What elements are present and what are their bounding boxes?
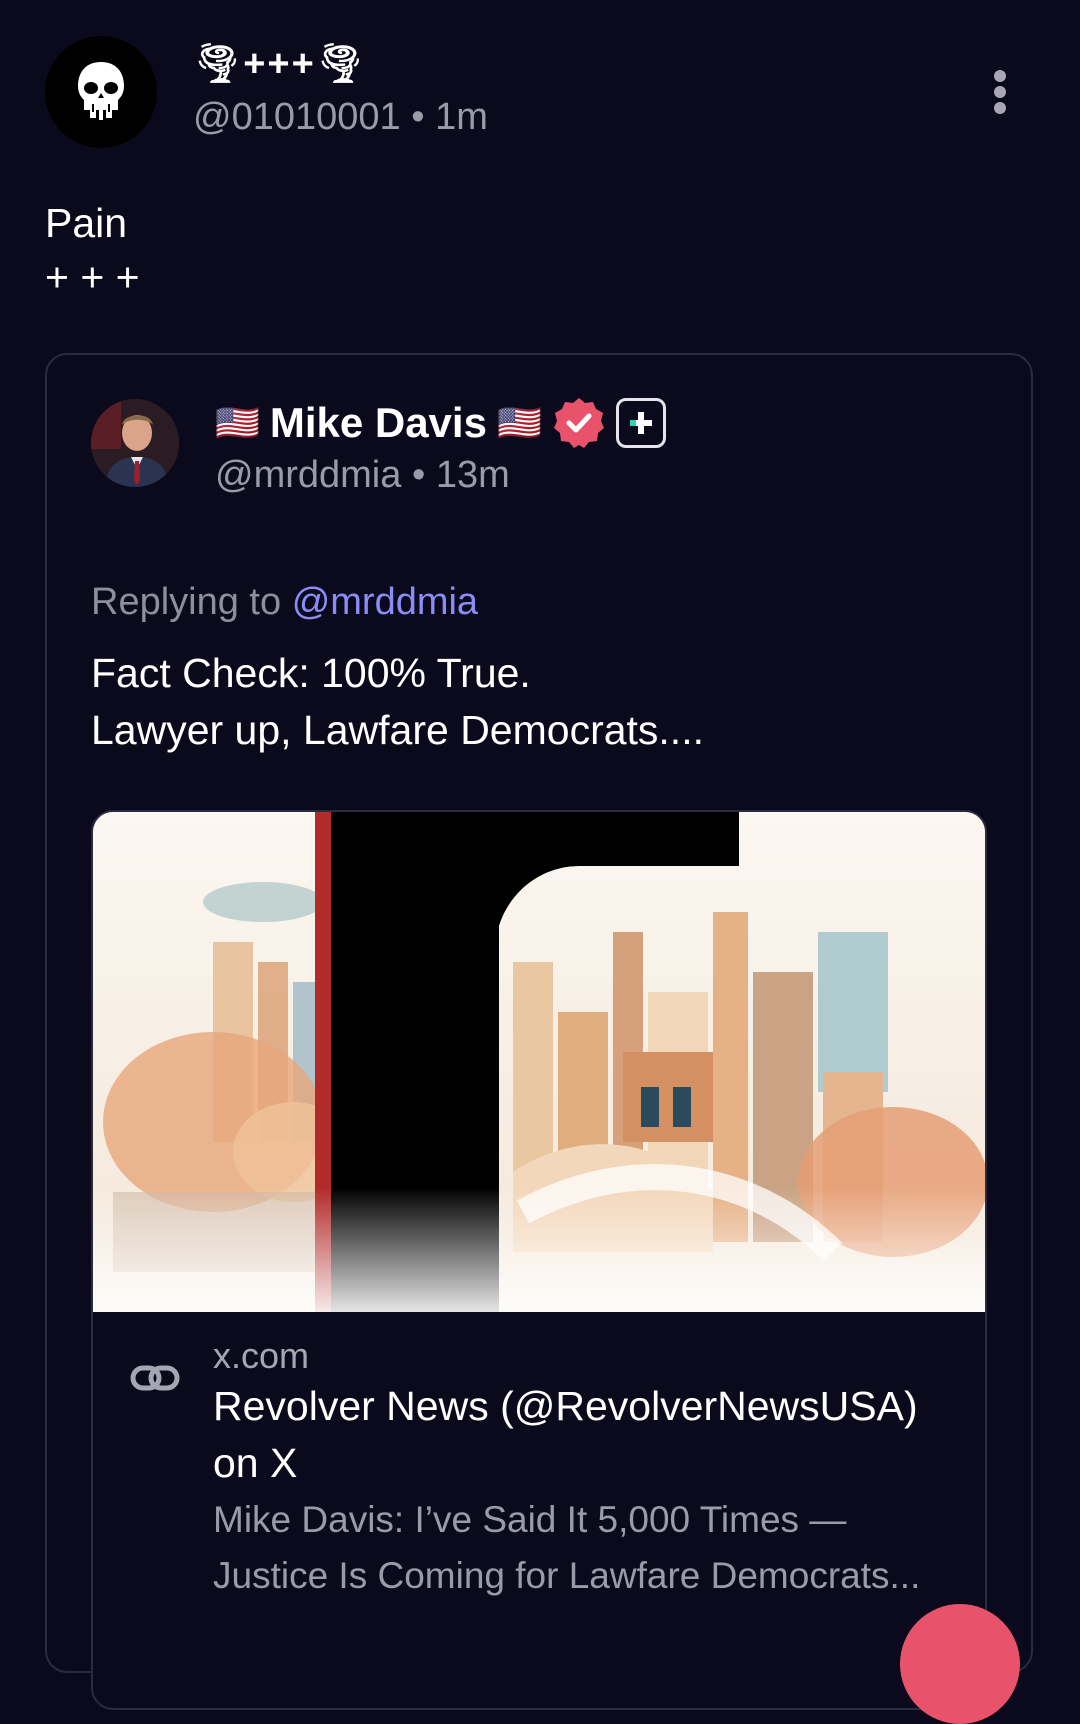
plus-icon [629, 412, 652, 434]
link-domain: x.com [213, 1335, 310, 1376]
meta-separator: • [411, 96, 425, 138]
link-icon [130, 1365, 180, 1391]
quoted-post-time: 13m [435, 454, 510, 496]
revolver-logo-image [93, 812, 985, 1312]
replying-to: Replying to @mrddmia [91, 577, 478, 627]
more-vertical-icon [994, 70, 1006, 82]
link-title[interactable]: Revolver News (@RevolverNewsUSA) on X [213, 1378, 953, 1492]
link-description: Mike Davis: I’ve Said It 5,000 Times — J… [213, 1499, 921, 1596]
author-avatar[interactable] [45, 36, 157, 148]
author-meta: @01010001 • 1m [193, 92, 488, 142]
us-flag-icon: 🇺🇸 [496, 402, 542, 443]
quoted-post[interactable]: 🇺🇸 Mike Davis 🇺🇸 @mrddmia • 13m Replying [45, 353, 1033, 1710]
skull-icon [78, 62, 124, 120]
us-flag-icon: 🇺🇸 [215, 402, 260, 443]
quoted-author-name[interactable]: Mike Davis [270, 399, 487, 447]
verified-badge-icon [553, 398, 604, 448]
quoted-author-avatar[interactable] [91, 399, 179, 487]
meta-separator: • [411, 454, 426, 496]
link-preview-card[interactable]: x.com Revolver News (@RevolverNewsUSA) o… [91, 810, 987, 1710]
quoted-author-meta: @mrddmia • 13m [215, 450, 510, 500]
link-preview-image [93, 812, 985, 1312]
more-options-button[interactable] [980, 64, 1020, 120]
more-vertical-icon-dot [994, 86, 1006, 98]
quoted-post-text: Fact Check: 100% True. Lawyer up, Lawfar… [91, 650, 704, 753]
replying-mention-link[interactable]: @mrddmia [292, 581, 478, 623]
author-display-name[interactable]: 🌪+++🌪 [193, 38, 366, 90]
quoted-author-handle[interactable]: @mrddmia [215, 454, 401, 496]
post-time: 1m [435, 96, 488, 138]
compose-fab-button[interactable] [900, 1604, 1020, 1724]
avatar-photo [91, 399, 179, 487]
plus-badge-icon [615, 398, 666, 448]
post: 🌪+++🌪 @01010001 • 1m Pain + + + 🇺🇸 Mike [0, 0, 1080, 1724]
replying-prefix: Replying to [91, 581, 282, 623]
quoted-author-name-row: 🇺🇸 Mike Davis 🇺🇸 [215, 391, 666, 455]
more-vertical-icon-dot [994, 102, 1006, 114]
post-text: Pain + + + [45, 200, 140, 300]
author-handle[interactable]: @01010001 [193, 96, 401, 138]
